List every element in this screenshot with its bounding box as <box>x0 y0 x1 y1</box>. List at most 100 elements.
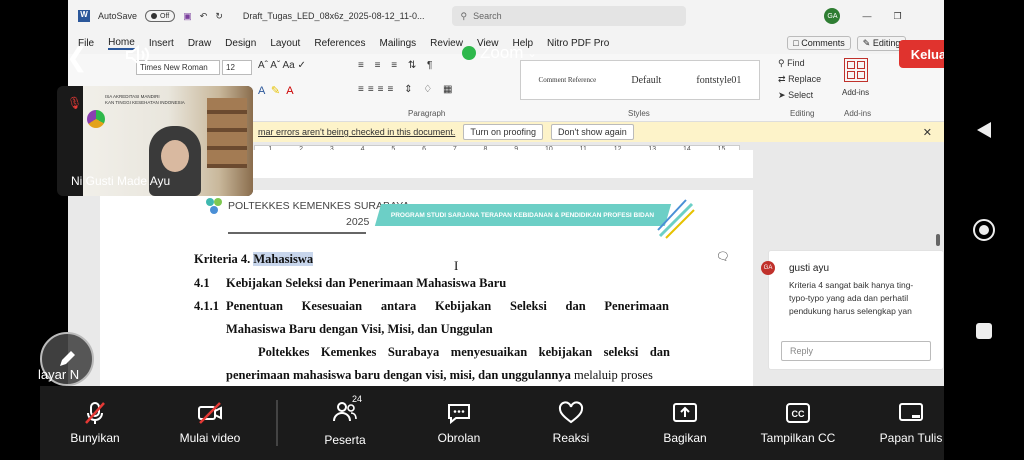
menu-references[interactable]: References <box>314 38 365 49</box>
comments-button[interactable]: □ Comments <box>787 36 851 50</box>
word-titlebar: W AutoSave Off ▣ ↶ ↻ Draft_Tugas_LED_08x… <box>68 0 944 32</box>
menu-layout[interactable]: Layout <box>270 38 300 49</box>
share-screen-icon <box>673 403 697 422</box>
menu-review[interactable]: Review <box>430 38 463 49</box>
nav-home-icon[interactable] <box>972 218 996 247</box>
font-grow-icon[interactable]: Aˆ Aˇ Aa ✓ <box>258 60 306 71</box>
video-sign-text: ISA AKREDITASI MANDIRI KAN TINGGI KESEHAT… <box>105 94 185 105</box>
zoom-title[interactable]: Zoom ⌄ <box>462 43 537 63</box>
comment-marker-icon[interactable]: 🗨 <box>716 250 730 263</box>
video-off-icon <box>198 402 222 424</box>
section-4-1-1-number: 4.1.1 <box>194 299 219 313</box>
turn-on-proofing-button[interactable]: Turn on proofing <box>463 124 544 140</box>
header-logo-icon <box>204 196 224 216</box>
section-4-1-number: 4.1 <box>194 276 210 290</box>
save-icon[interactable]: ▣ <box>183 11 192 22</box>
select-button[interactable]: ➤ Select <box>778 90 813 101</box>
section-4-1-1-title-line1: Penentuan Kesesuaian antara Kebijakan Se… <box>226 299 669 313</box>
autosave-label: AutoSave <box>98 11 138 21</box>
header-banner: PROGRAM STUDI SARJANA TERAPAN KEBIDANAN … <box>374 204 672 226</box>
share-button[interactable]: Bagikan <box>650 386 720 460</box>
document-page[interactable]: POLTEKKES KEMENKES SURABAYA 2025 PROGRAM… <box>100 190 753 386</box>
comment-line1: Kriteria 4 sangat baik hanya ting- <box>789 280 914 290</box>
close-notice-icon[interactable]: ✕ <box>923 126 932 139</box>
chevron-down-icon: ⌄ <box>527 47 537 60</box>
heart-icon <box>558 401 584 424</box>
comment-line3: pendukung harus selengkap yan <box>789 306 912 316</box>
shield-check-icon <box>462 46 476 60</box>
muted-mic-icon: 🎙 <box>67 96 83 110</box>
dont-show-again-button[interactable]: Don't show again <box>551 124 634 140</box>
whiteboard-button[interactable]: Papan Tulis <box>870 386 952 460</box>
android-navigation-bar <box>944 0 1024 460</box>
cursor-ibeam-icon: I <box>454 258 459 273</box>
menu-mailings[interactable]: Mailings <box>379 38 416 49</box>
style-comment-reference[interactable]: Comment Reference <box>539 76 597 84</box>
header-underline <box>228 232 366 234</box>
highlight-icon[interactable]: A ✎ A <box>258 84 294 97</box>
participants-button[interactable]: 24 Peserta <box>310 386 380 460</box>
group-editing-label: Editing <box>790 109 815 118</box>
start-video-button[interactable]: Mulai video <box>170 386 250 460</box>
addins-label: Add-ins <box>842 88 870 97</box>
style-default[interactable]: Default <box>631 75 661 86</box>
find-icon: ⚲ <box>778 58 785 68</box>
nav-recents-icon[interactable] <box>975 322 993 345</box>
paragraph-line2: penerimaan mahasiswa baru dengan visi, m… <box>226 368 653 382</box>
back-arrow-icon[interactable]: ❮ <box>66 42 88 73</box>
group-styles-label: Styles <box>628 109 650 118</box>
selected-text[interactable]: Mahasiswa <box>253 252 314 266</box>
comment-author: gusti ayu <box>789 263 830 274</box>
reply-input[interactable]: Reply <box>781 341 931 361</box>
search-icon: ⚲ <box>460 10 468 21</box>
comment-card[interactable]: GA gusti ayu Kriteria 4 sangat baik hany… <box>761 250 944 370</box>
mic-off-icon <box>85 402 105 424</box>
participant-count-badge: 24 <box>352 393 363 404</box>
minimize-icon[interactable]: — <box>862 11 871 21</box>
menu-nitro[interactable]: Nitro PDF Pro <box>547 38 609 49</box>
styles-gallery[interactable]: Comment Reference Default fontstyle01 <box>520 60 760 100</box>
cursor-icon: ➤ <box>778 90 786 100</box>
menu-design[interactable]: Design <box>225 38 256 49</box>
group-addins-label: Add-ins <box>844 109 872 118</box>
search-box[interactable]: ⚲ Search <box>452 6 687 26</box>
chat-button[interactable]: Obrolan <box>424 386 494 460</box>
show-cc-button[interactable]: CC Tampilkan CC <box>752 386 844 460</box>
comment-line2: typo-typo yang ada dan perhatil <box>789 293 909 303</box>
paragraph-tools[interactable]: ≡ ≡ ≡ ⇅ ¶ <box>358 60 436 71</box>
reactions-button[interactable]: Reaksi <box>536 386 606 460</box>
user-avatar[interactable]: GA <box>824 8 841 24</box>
whiteboard-icon <box>899 403 923 421</box>
pencil-icon: ✎ <box>862 37 871 48</box>
find-button[interactable]: ⚲ Find <box>778 58 805 69</box>
nav-back-icon[interactable] <box>975 120 993 145</box>
meeting-toolbar: Bunyikan Mulai video 24 Peserta Obrolan … <box>40 386 944 460</box>
word-app-icon: W <box>78 10 90 22</box>
participant-name: Ni Gusti Made Ayu <box>71 174 171 188</box>
document-filename[interactable]: Draft_Tugas_LED_08x6z_2025-08-12_11-0... <box>243 11 425 21</box>
speaker-icon[interactable] <box>124 44 152 71</box>
autosave-toggle[interactable]: Off <box>145 10 176 22</box>
menu-insert[interactable]: Insert <box>149 38 174 49</box>
video-logo-icon <box>87 110 105 128</box>
group-paragraph-label: Paragraph <box>408 109 446 118</box>
unmute-button[interactable]: Bunyikan <box>60 386 130 460</box>
font-size-box[interactable]: 12 <box>222 60 252 75</box>
toolbar-divider <box>276 400 278 446</box>
vertical-scrollbar[interactable] <box>936 234 940 246</box>
share-screen-label: layar N <box>38 367 80 382</box>
paragraph-line1: Poltekkes Kemenkes Surabaya menyesuaikan… <box>258 345 670 359</box>
addins-button[interactable] <box>844 58 868 82</box>
maximize-icon[interactable]: ❐ <box>893 11 901 22</box>
participant-video-tile[interactable]: ISA AKREDITASI MANDIRI KAN TINGGI KESEHAT… <box>57 86 253 196</box>
redo-icon[interactable]: ↻ <box>215 11 223 22</box>
style-fontstyle01[interactable]: fontstyle01 <box>696 75 741 86</box>
header-decoration <box>656 196 696 240</box>
replace-button[interactable]: ⇄ Replace <box>778 74 821 85</box>
chat-icon <box>448 404 470 425</box>
align-tools[interactable]: ≡≡≡≡ ⇕ ♢ ▦ <box>358 84 456 95</box>
undo-icon[interactable]: ↶ <box>200 11 208 22</box>
svg-text:CC: CC <box>792 409 805 419</box>
menu-draw[interactable]: Draw <box>188 38 211 49</box>
video-face <box>161 140 189 172</box>
